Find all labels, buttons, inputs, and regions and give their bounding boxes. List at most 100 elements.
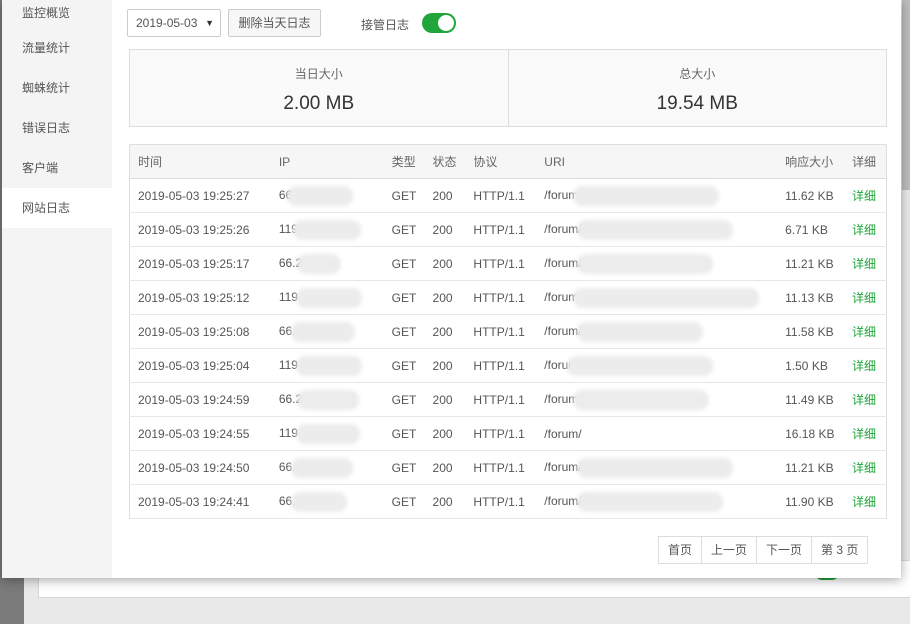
cell-detail-text[interactable]: 详细 <box>852 461 876 475</box>
cell-status-text: 200 <box>432 324 453 339</box>
cell-type: GET <box>391 348 433 383</box>
cell-uri: /forum/ <box>544 450 786 485</box>
cell-uri: /forum/ <box>544 246 786 281</box>
cell-detail-text[interactable]: 详细 <box>852 495 876 509</box>
cell-status-text: 200 <box>432 222 453 237</box>
cell-status-text: 200 <box>432 256 453 271</box>
redaction-mask <box>576 392 707 407</box>
cell-response-size: 11.90 KB <box>785 484 853 519</box>
sidebar-item-client[interactable]: 客户端 <box>2 148 112 188</box>
cell-detail-text[interactable]: 详细 <box>852 257 876 271</box>
sidebar-item-spider-stats[interactable]: 蜘蛛统计 <box>2 68 112 108</box>
cell-protocol-text: HTTP/1.1 <box>473 188 525 203</box>
cell-uri-text: /forum/ <box>544 460 582 475</box>
cell-detail-text[interactable]: 详细 <box>852 189 876 203</box>
cell-time: 2019-05-03 19:24:55 <box>129 416 279 451</box>
cell-detail-text[interactable]: 详细 <box>852 393 876 407</box>
stat-total-size: 总大小 19.54 MB <box>507 50 887 126</box>
cell-detail-text[interactable]: 详细 <box>852 359 876 373</box>
cell-time-text: 2019-05-03 19:25:12 <box>138 290 250 305</box>
table-row: 2019-05-03 19:25:12 119. GET 200 HTTP/1.1/fo… <box>129 280 887 315</box>
redaction-mask <box>576 290 757 305</box>
cell-type-text: GET <box>391 392 417 407</box>
sidebar-item-monitor-overview[interactable]: 监控概览 <box>2 0 112 28</box>
cell-uri-text: /forum <box>544 392 579 407</box>
cell-detail[interactable]: 详细 <box>852 212 887 247</box>
cell-detail-text[interactable]: 详细 <box>852 325 876 339</box>
cell-protocol-text: HTTP/1.1 <box>473 290 525 305</box>
cell-type: GET <box>391 178 433 213</box>
redaction-mask <box>293 324 352 339</box>
page-next-button[interactable]: 下一页 <box>756 537 812 563</box>
log-toolbar: 2019-05-03 ▼ 删除当天日志 接管日志 <box>127 0 887 48</box>
cell-ip-text: 119. <box>278 358 302 373</box>
cell-detail[interactable]: 详细 <box>852 450 887 485</box>
access-log-table: 时间 IP 类型 状态 协议 URI 响应大小 详细 2019-05-03 19… <box>129 144 887 519</box>
cell-uri: /forum <box>544 280 786 315</box>
cell-uri-text: /forum/ <box>544 324 582 339</box>
cell-detail[interactable]: 详细 <box>852 382 887 417</box>
cell-detail[interactable]: 详细 <box>852 314 887 349</box>
cell-response-size-text: 11.13 KB <box>785 290 834 305</box>
cell-status-text: 200 <box>432 426 453 441</box>
redaction-mask <box>293 460 350 475</box>
header-response-size: 响应大小 <box>785 144 853 179</box>
toggle-knob <box>438 15 454 31</box>
page-first-button[interactable]: 首页 <box>659 537 702 563</box>
cell-response-size: 11.21 KB <box>785 450 853 485</box>
cell-detail-text[interactable]: 详细 <box>852 223 876 237</box>
cell-type-text: GET <box>391 188 417 203</box>
cell-response-size: 6.71 KB <box>785 212 853 247</box>
sidebar-item-error-log[interactable]: 错误日志 <box>2 108 112 148</box>
date-select[interactable]: 2019-05-03 ▼ <box>127 9 221 37</box>
cell-detail-text[interactable]: 详细 <box>852 427 876 441</box>
cell-type: GET <box>391 484 433 519</box>
cell-protocol: HTTP/1.1 <box>473 280 545 315</box>
cell-type-text: GET <box>391 358 417 373</box>
cell-uri: /forum <box>544 178 786 213</box>
sidebar-item-traffic-stats[interactable]: 流量统计 <box>2 28 112 68</box>
cell-ip-text: 119. <box>278 290 302 305</box>
cell-time-text: 2019-05-03 19:24:41 <box>138 494 250 509</box>
cell-detail[interactable]: 详细 <box>852 484 887 519</box>
cell-detail[interactable]: 详细 <box>852 348 887 383</box>
cell-protocol-text: HTTP/1.1 <box>473 256 525 271</box>
page-current: 第 3 页 <box>811 537 868 563</box>
cell-time: 2019-05-03 19:25:17 <box>129 246 279 281</box>
delete-today-log-button[interactable]: 删除当天日志 <box>228 9 321 37</box>
redaction-mask <box>576 188 717 203</box>
cell-type-text: GET <box>391 256 417 271</box>
cell-detail[interactable]: 详细 <box>852 246 887 281</box>
cell-type-text: GET <box>391 324 417 339</box>
table-row: 2019-05-03 19:25:26 119 GET 200 HTTP/1.1/for… <box>129 212 887 247</box>
background-scrollbar <box>902 0 910 190</box>
log-content: 2019-05-03 ▼ 删除当天日志 接管日志 当日大小 2.00 MB 总大… <box>127 0 887 564</box>
cell-status: 200 <box>432 348 474 383</box>
cell-response-size-text: 11.21 KB <box>785 460 834 475</box>
cell-detail[interactable]: 详细 <box>852 280 887 315</box>
cell-status-text: 200 <box>432 392 453 407</box>
cell-response-size: 11.21 KB <box>785 246 853 281</box>
header-type: 类型 <box>391 144 433 179</box>
stat-day-size-label: 当日大小 <box>294 67 343 81</box>
cell-detail[interactable]: 详细 <box>852 416 887 451</box>
cell-type: GET <box>391 314 433 349</box>
cell-protocol-text: HTTP/1.1 <box>473 392 525 407</box>
page-prev-button[interactable]: 上一页 <box>701 537 757 563</box>
sidebar-item-site-log[interactable]: 网站日志 <box>2 188 112 228</box>
cell-uri-text: /forum/ <box>544 494 582 509</box>
takeover-log-toggle[interactable] <box>422 13 456 33</box>
cell-protocol-text: HTTP/1.1 <box>473 426 525 441</box>
cell-status-text: 200 <box>432 460 453 475</box>
redaction-mask <box>579 324 700 339</box>
cell-ip: 119. <box>278 416 392 451</box>
cell-uri: /forur <box>544 348 786 383</box>
cell-response-size: 11.49 KB <box>785 382 853 417</box>
cell-detail[interactable]: 详细 <box>852 178 887 213</box>
cell-status: 200 <box>432 246 474 281</box>
header-status: 状态 <box>432 144 474 179</box>
cell-ip: 66. <box>278 314 392 349</box>
cell-detail-text[interactable]: 详细 <box>852 291 876 305</box>
header-time: 时间 <box>129 144 279 179</box>
cell-protocol: HTTP/1.1 <box>473 212 545 247</box>
